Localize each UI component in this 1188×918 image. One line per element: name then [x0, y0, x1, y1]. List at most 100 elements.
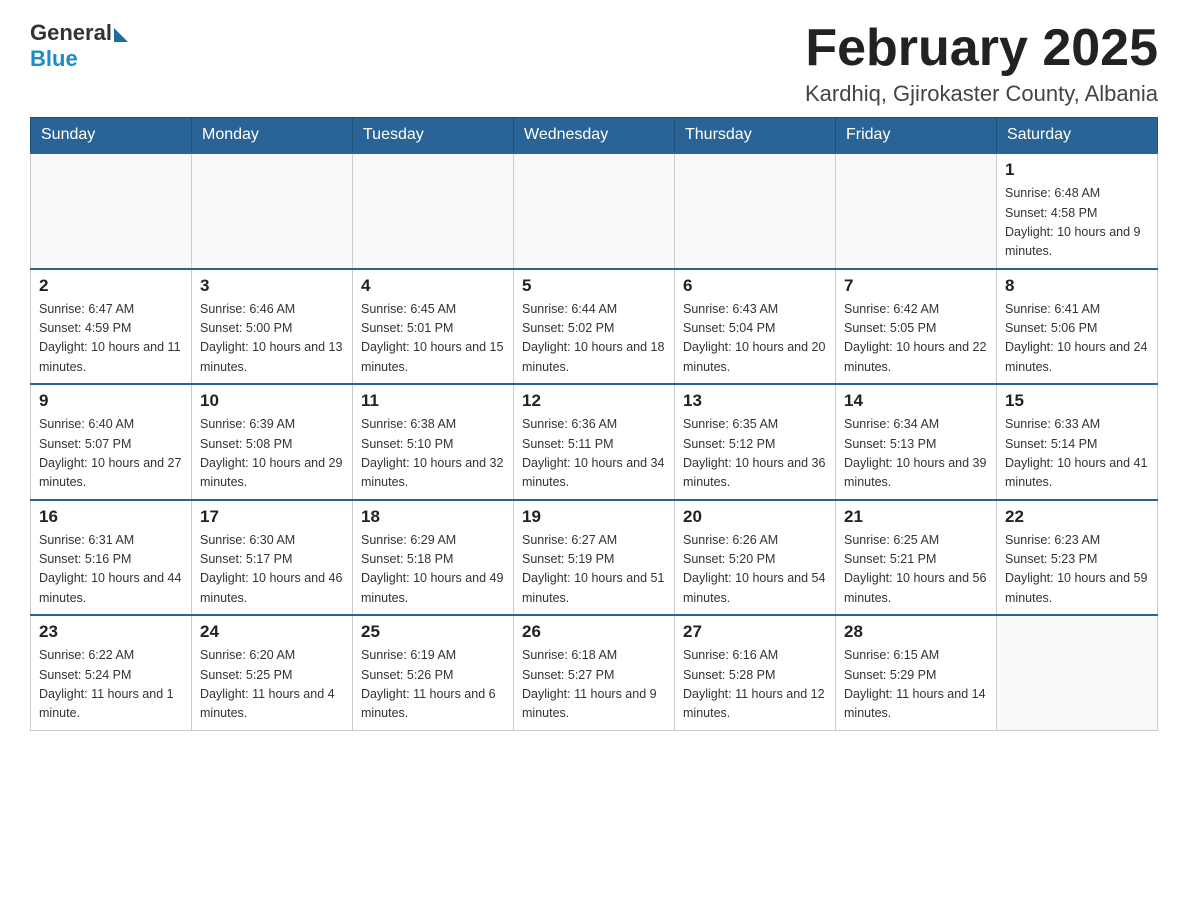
day-info: Sunrise: 6:41 AMSunset: 5:06 PMDaylight:…	[1005, 300, 1149, 378]
day-number: 2	[39, 276, 183, 296]
day-info: Sunrise: 6:42 AMSunset: 5:05 PMDaylight:…	[844, 300, 988, 378]
calendar-cell: 15Sunrise: 6:33 AMSunset: 5:14 PMDayligh…	[997, 384, 1158, 500]
weekday-header-wednesday: Wednesday	[514, 118, 675, 154]
day-info: Sunrise: 6:20 AMSunset: 5:25 PMDaylight:…	[200, 646, 344, 724]
day-info: Sunrise: 6:19 AMSunset: 5:26 PMDaylight:…	[361, 646, 505, 724]
title-area: February 2025 Kardhiq, Gjirokaster Count…	[805, 20, 1158, 107]
calendar-cell: 19 Sunrise: 6:27 AMSunset: 5:19 PMDayligh…	[514, 500, 675, 616]
calendar-cell: 26Sunrise: 6:18 AMSunset: 5:27 PMDayligh…	[514, 615, 675, 730]
day-number: 4	[361, 276, 505, 296]
day-number: 7	[844, 276, 988, 296]
weekday-header-sunday: Sunday	[31, 118, 192, 154]
day-info: Sunrise: 6:15 AMSunset: 5:29 PMDaylight:…	[844, 646, 988, 724]
day-number: 9	[39, 391, 183, 411]
calendar-cell: 12 Sunrise: 6:36 AMSunset: 5:11 PMDayligh…	[514, 384, 675, 500]
day-info: Sunrise: 6:48 AMSunset: 4:58 PMDaylight:…	[1005, 184, 1149, 262]
calendar-cell: 11 Sunrise: 6:38 AMSunset: 5:10 PMDayligh…	[353, 384, 514, 500]
calendar-cell: 10Sunrise: 6:39 AMSunset: 5:08 PMDayligh…	[192, 384, 353, 500]
day-number: 11	[361, 391, 505, 411]
day-info: Sunrise: 6:22 AMSunset: 5:24 PMDaylight:…	[39, 646, 183, 724]
week-row-3: 9 Sunrise: 6:40 AMSunset: 5:07 PMDaylight…	[31, 384, 1158, 500]
weekday-header-saturday: Saturday	[997, 118, 1158, 154]
calendar-cell	[31, 153, 192, 269]
day-number: 10	[200, 391, 344, 411]
day-info: Sunrise: 6:47 AMSunset: 4:59 PMDaylight:…	[39, 300, 183, 378]
calendar-cell: 13 Sunrise: 6:35 AMSunset: 5:12 PMDayligh…	[675, 384, 836, 500]
day-number: 3	[200, 276, 344, 296]
week-row-4: 16 Sunrise: 6:31 AMSunset: 5:16 PMDayligh…	[31, 500, 1158, 616]
day-info: Sunrise: 6:36 AMSunset: 5:11 PMDaylight:…	[522, 415, 666, 493]
calendar-cell: 27 Sunrise: 6:16 AMSunset: 5:28 PMDayligh…	[675, 615, 836, 730]
day-number: 16	[39, 507, 183, 527]
calendar-cell	[353, 153, 514, 269]
calendar-cell	[192, 153, 353, 269]
day-number: 5	[522, 276, 666, 296]
weekday-header-monday: Monday	[192, 118, 353, 154]
weekday-header-row: SundayMondayTuesdayWednesdayThursdayFrid…	[31, 118, 1158, 154]
week-row-1: 1 Sunrise: 6:48 AMSunset: 4:58 PMDaylight…	[31, 153, 1158, 269]
calendar-title: February 2025	[805, 20, 1158, 77]
day-info: Sunrise: 6:45 AMSunset: 5:01 PMDaylight:…	[361, 300, 505, 378]
calendar-cell: 14 Sunrise: 6:34 AMSunset: 5:13 PMDayligh…	[836, 384, 997, 500]
day-info: Sunrise: 6:33 AMSunset: 5:14 PMDaylight:…	[1005, 415, 1149, 493]
week-row-2: 2 Sunrise: 6:47 AMSunset: 4:59 PMDaylight…	[31, 269, 1158, 385]
week-row-5: 23 Sunrise: 6:22 AMSunset: 5:24 PMDayligh…	[31, 615, 1158, 730]
day-number: 23	[39, 622, 183, 642]
calendar-cell: 24 Sunrise: 6:20 AMSunset: 5:25 PMDayligh…	[192, 615, 353, 730]
logo-blue-text: Blue	[30, 46, 78, 72]
calendar-cell: 4 Sunrise: 6:45 AMSunset: 5:01 PMDaylight…	[353, 269, 514, 385]
calendar-cell: 17 Sunrise: 6:30 AMSunset: 5:17 PMDayligh…	[192, 500, 353, 616]
day-info: Sunrise: 6:27 AMSunset: 5:19 PMDaylight:…	[522, 531, 666, 609]
calendar-cell	[997, 615, 1158, 730]
calendar-cell: 2 Sunrise: 6:47 AMSunset: 4:59 PMDaylight…	[31, 269, 192, 385]
calendar-table: SundayMondayTuesdayWednesdayThursdayFrid…	[30, 117, 1158, 731]
day-info: Sunrise: 6:18 AMSunset: 5:27 PMDaylight:…	[522, 646, 666, 724]
weekday-header-thursday: Thursday	[675, 118, 836, 154]
logo-general-text: General	[30, 20, 112, 46]
day-number: 14	[844, 391, 988, 411]
day-number: 21	[844, 507, 988, 527]
day-number: 12	[522, 391, 666, 411]
weekday-header-tuesday: Tuesday	[353, 118, 514, 154]
day-number: 20	[683, 507, 827, 527]
day-info: Sunrise: 6:35 AMSunset: 5:12 PMDaylight:…	[683, 415, 827, 493]
day-number: 27	[683, 622, 827, 642]
day-number: 13	[683, 391, 827, 411]
day-info: Sunrise: 6:38 AMSunset: 5:10 PMDaylight:…	[361, 415, 505, 493]
logo-triangle-icon	[114, 28, 128, 42]
calendar-subtitle: Kardhiq, Gjirokaster County, Albania	[805, 81, 1158, 107]
day-info: Sunrise: 6:26 AMSunset: 5:20 PMDaylight:…	[683, 531, 827, 609]
day-info: Sunrise: 6:34 AMSunset: 5:13 PMDaylight:…	[844, 415, 988, 493]
weekday-header-friday: Friday	[836, 118, 997, 154]
day-number: 6	[683, 276, 827, 296]
day-info: Sunrise: 6:31 AMSunset: 5:16 PMDaylight:…	[39, 531, 183, 609]
calendar-cell: 7 Sunrise: 6:42 AMSunset: 5:05 PMDaylight…	[836, 269, 997, 385]
calendar-cell: 25 Sunrise: 6:19 AMSunset: 5:26 PMDayligh…	[353, 615, 514, 730]
calendar-cell: 23 Sunrise: 6:22 AMSunset: 5:24 PMDayligh…	[31, 615, 192, 730]
calendar-cell	[514, 153, 675, 269]
calendar-cell: 8 Sunrise: 6:41 AMSunset: 5:06 PMDaylight…	[997, 269, 1158, 385]
day-number: 8	[1005, 276, 1149, 296]
calendar-cell: 20 Sunrise: 6:26 AMSunset: 5:20 PMDayligh…	[675, 500, 836, 616]
day-info: Sunrise: 6:43 AMSunset: 5:04 PMDaylight:…	[683, 300, 827, 378]
logo: General Blue	[30, 20, 128, 72]
day-number: 24	[200, 622, 344, 642]
day-number: 25	[361, 622, 505, 642]
day-info: Sunrise: 6:46 AMSunset: 5:00 PMDaylight:…	[200, 300, 344, 378]
day-info: Sunrise: 6:25 AMSunset: 5:21 PMDaylight:…	[844, 531, 988, 609]
day-number: 22	[1005, 507, 1149, 527]
calendar-cell: 18Sunrise: 6:29 AMSunset: 5:18 PMDayligh…	[353, 500, 514, 616]
calendar-cell: 5Sunrise: 6:44 AMSunset: 5:02 PMDaylight…	[514, 269, 675, 385]
day-info: Sunrise: 6:30 AMSunset: 5:17 PMDaylight:…	[200, 531, 344, 609]
day-number: 17	[200, 507, 344, 527]
calendar-cell: 28Sunrise: 6:15 AMSunset: 5:29 PMDayligh…	[836, 615, 997, 730]
calendar-cell: 21 Sunrise: 6:25 AMSunset: 5:21 PMDayligh…	[836, 500, 997, 616]
calendar-cell	[675, 153, 836, 269]
day-info: Sunrise: 6:16 AMSunset: 5:28 PMDaylight:…	[683, 646, 827, 724]
calendar-cell	[836, 153, 997, 269]
day-info: Sunrise: 6:40 AMSunset: 5:07 PMDaylight:…	[39, 415, 183, 493]
calendar-cell: 3 Sunrise: 6:46 AMSunset: 5:00 PMDaylight…	[192, 269, 353, 385]
calendar-cell: 16 Sunrise: 6:31 AMSunset: 5:16 PMDayligh…	[31, 500, 192, 616]
day-number: 19	[522, 507, 666, 527]
day-number: 1	[1005, 160, 1149, 180]
